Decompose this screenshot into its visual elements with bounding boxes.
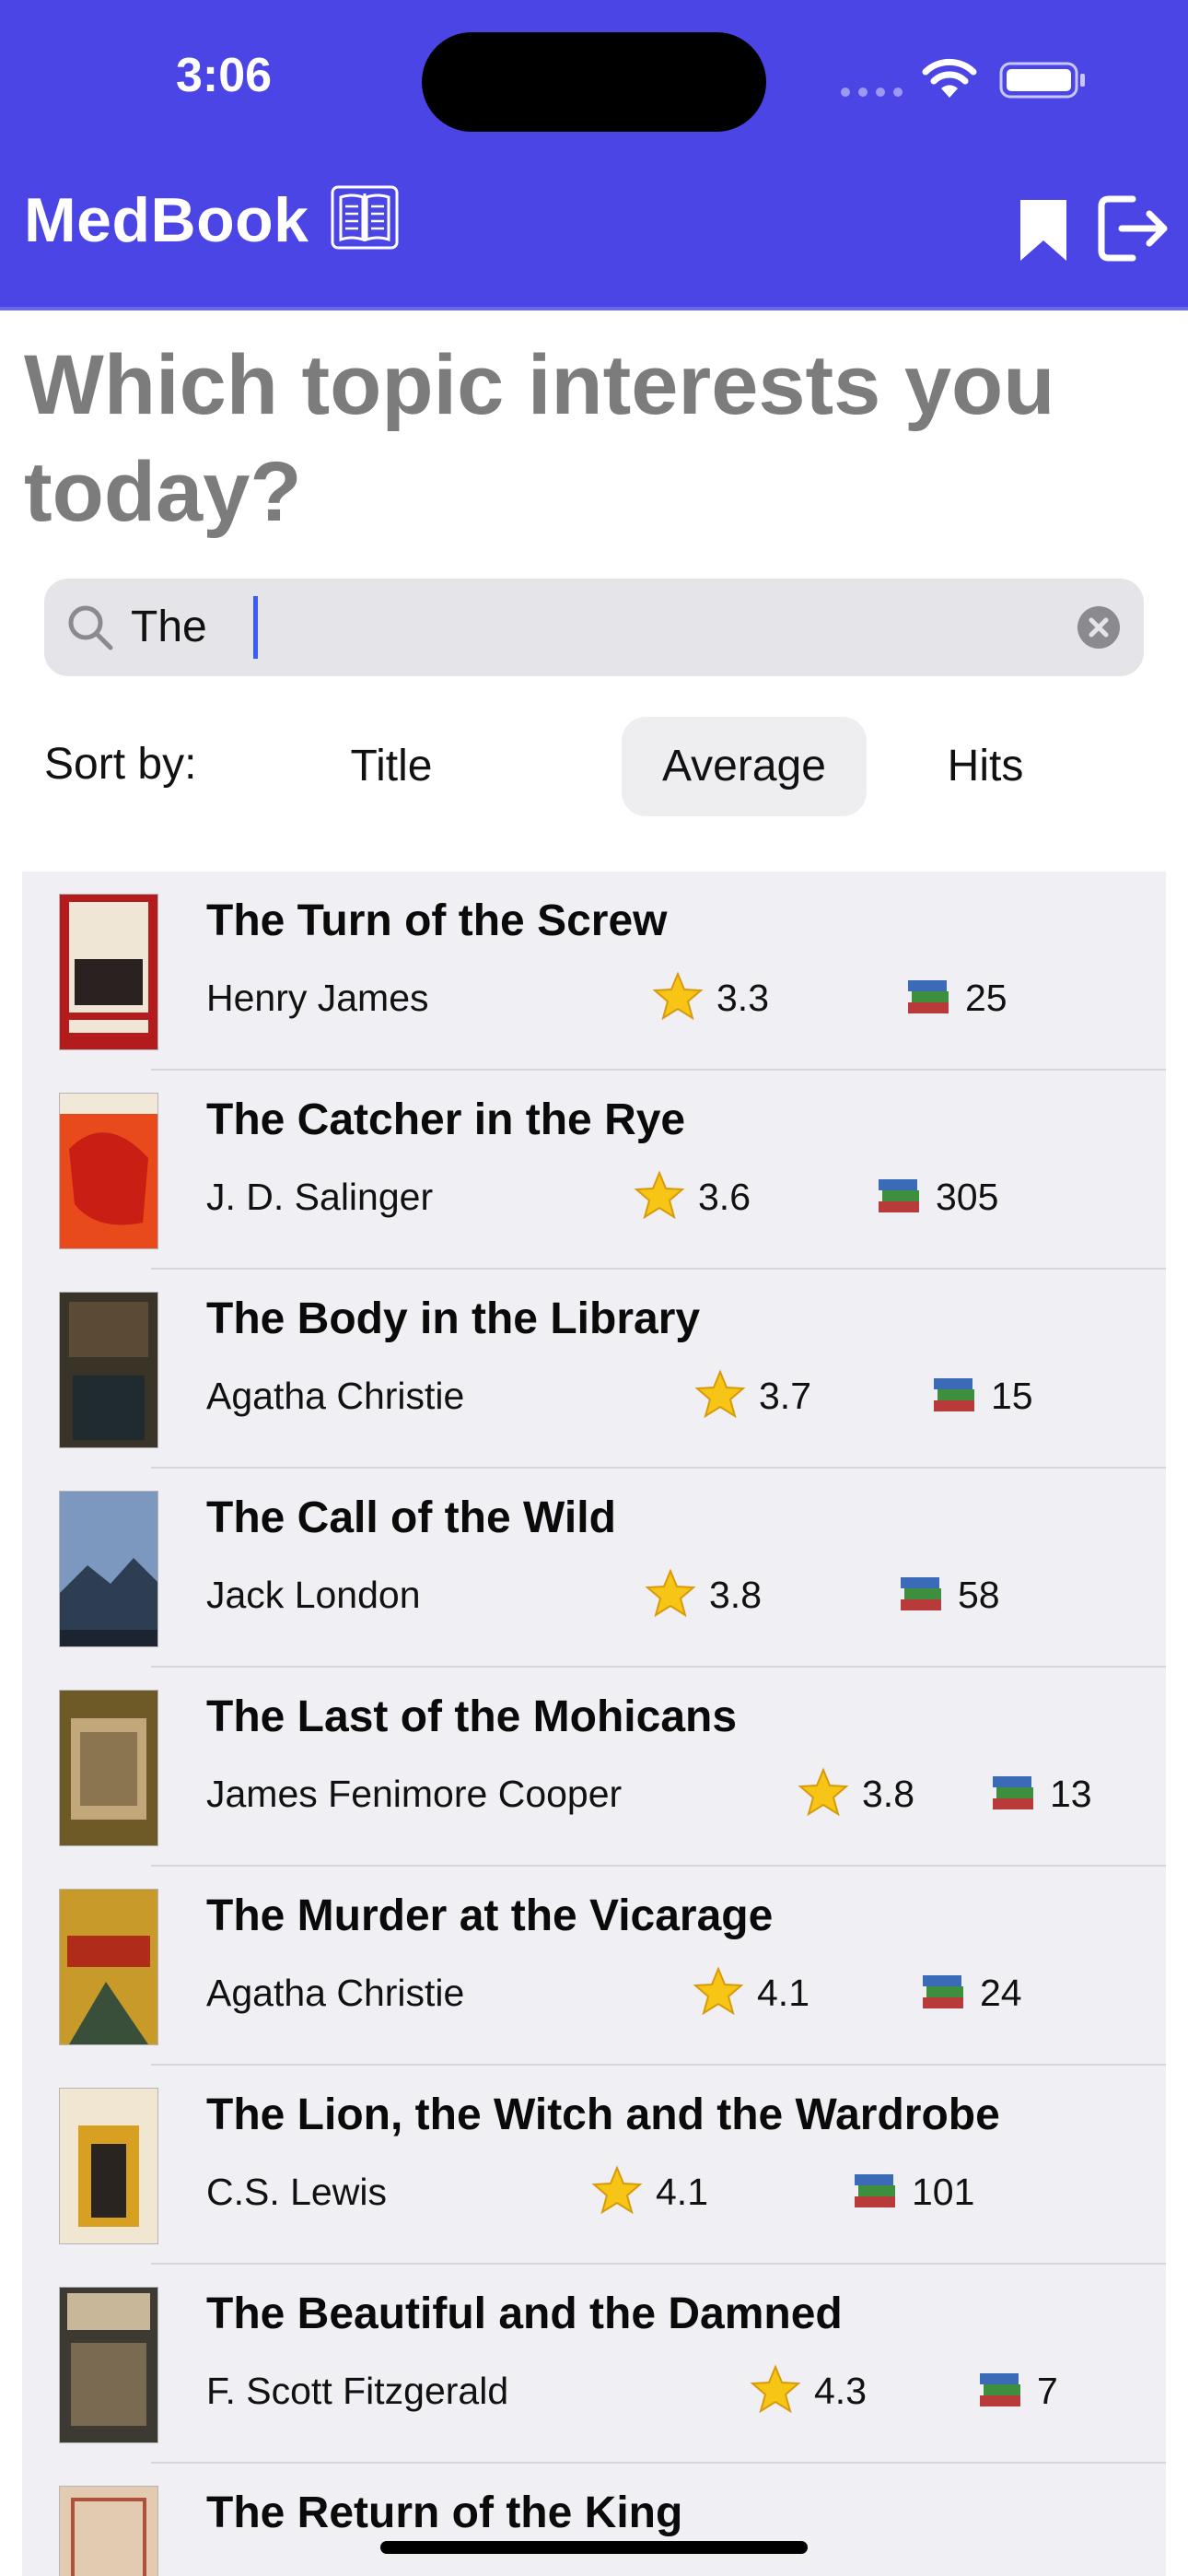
page-heading: Which topic interests you today? [24,338,1055,539]
star-icon [798,1767,849,1817]
star-icon [645,1568,696,1618]
bookmark-icon[interactable] [1017,196,1070,264]
hits-count: 101 [912,2171,975,2213]
book-author: James Fenimore Cooper [206,1773,623,1815]
books-stack-icon [993,1776,1033,1809]
hits-count: 58 [958,1574,1000,1616]
book-title: The Catcher in the Rye [206,1095,686,1144]
search-bar[interactable]: The [44,579,1144,676]
dynamic-island [422,32,766,132]
wifi-icon [922,58,977,98]
book-cover-image [59,2287,158,2443]
home-indicator[interactable] [380,2541,808,2554]
book-cover-image [59,1491,158,1647]
book-list[interactable]: The Turn of the Screw Henry James 3.3 25… [22,872,1166,2576]
hits-count: 15 [991,1375,1033,1417]
book-row[interactable]: The Catcher in the Rye J. D. Salinger 3.… [22,1071,1166,1270]
sort-option-title[interactable]: Title [313,717,470,816]
book-cover-image [59,1889,158,2045]
book-row[interactable]: The Lion, the Witch and the Wardrobe C.S… [22,2066,1166,2265]
books-stack-icon [934,1378,974,1411]
book-title: The Murder at the Vicarage [206,1891,774,1940]
book-cover-image [59,1690,158,1846]
book-author: Henry James [206,977,429,1019]
books-stack-icon [923,1975,963,2008]
cellular-signal-icon [841,85,911,101]
rating-value: 4.1 [656,2171,708,2213]
star-icon [634,1170,685,1220]
app-title: MedBook [24,185,309,255]
books-stack-icon [980,2373,1020,2406]
rating-value: 3.7 [759,1375,811,1417]
book-row[interactable]: The Body in the Library Agatha Christie … [22,1270,1166,1469]
hits-count: 25 [965,977,1007,1019]
hits-count: 13 [1050,1773,1092,1815]
hits-count: 24 [980,1972,1022,2014]
book-author: Agatha Christie [206,1375,465,1417]
books-stack-icon [855,2174,895,2207]
rating-value: 4.1 [757,1972,809,2014]
close-icon [1089,617,1109,638]
book-author: C.S. Lewis [206,2171,387,2213]
book-title: The Return of the King [206,2488,683,2537]
hits-count: 305 [936,1176,999,1218]
logout-icon[interactable] [1096,193,1170,263]
text-caret [253,596,258,659]
star-icon [694,1369,746,1419]
search-input[interactable]: The [131,601,207,654]
star-icon [591,2165,643,2215]
book-author: Agatha Christie [206,1972,465,2014]
book-row[interactable]: The Last of the Mohicans James Fenimore … [22,1668,1166,1867]
book-icon [331,185,399,250]
rating-value: 4.3 [814,2370,867,2412]
app-header: 3:06 MedBook [0,0,1188,310]
book-title: The Beautiful and the Damned [206,2289,843,2338]
book-cover-image [59,1093,158,1249]
book-row[interactable]: The Beautiful and the Damned F. Scott Fi… [22,2265,1166,2464]
rating-value: 3.8 [862,1773,914,1815]
sort-option-hits[interactable]: Hits [912,717,1059,816]
book-cover-image [59,1292,158,1448]
star-icon [693,1966,744,2016]
books-stack-icon [908,980,949,1013]
rating-value: 3.6 [698,1176,751,1218]
book-title: The Body in the Library [206,1294,701,1343]
books-stack-icon [879,1179,919,1212]
hits-count: 7 [1037,2370,1058,2412]
book-title: The Call of the Wild [206,1493,616,1542]
clear-search-button[interactable] [1077,606,1120,649]
star-icon [750,2364,801,2414]
book-cover-image [59,2088,158,2244]
book-author: J. D. Salinger [206,1176,434,1218]
book-title: The Turn of the Screw [206,896,668,945]
books-stack-icon [901,1577,941,1610]
book-cover-image [59,894,158,1050]
star-icon [652,971,704,1021]
rating-value: 3.3 [716,977,769,1019]
search-icon [68,605,113,650]
book-row[interactable]: The Call of the Wild Jack London 3.8 58 [22,1469,1166,1668]
book-row[interactable]: The Return of the King [22,2464,1166,2576]
sort-option-average[interactable]: Average [622,717,867,816]
book-row[interactable]: The Murder at the Vicarage Agatha Christ… [22,1867,1166,2066]
book-author: F. Scott Fitzgerald [206,2370,509,2412]
book-title: The Last of the Mohicans [206,1692,738,1741]
book-author: Jack London [206,1574,421,1616]
battery-icon [999,62,1085,99]
book-row[interactable]: The Turn of the Screw Henry James 3.3 25 [22,872,1166,1071]
status-time: 3:06 [175,49,273,102]
book-cover-image [59,2486,158,2576]
book-title: The Lion, the Witch and the Wardrobe [206,2090,1000,2139]
sort-label: Sort by: [44,740,197,789]
rating-value: 3.8 [709,1574,762,1616]
